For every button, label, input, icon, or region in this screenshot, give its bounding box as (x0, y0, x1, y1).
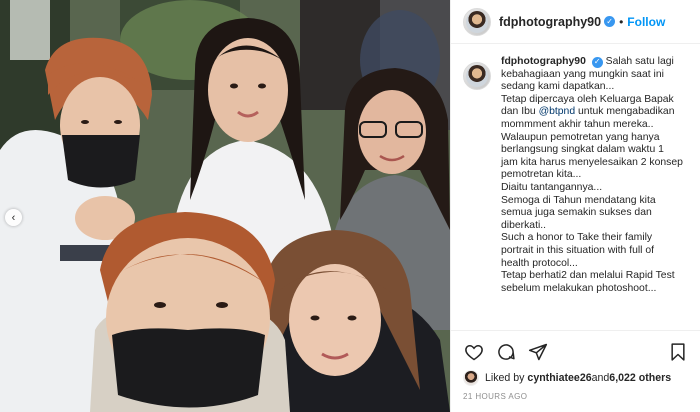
caption-line: Walaupun pemotretan yang hanya berlangsu… (501, 131, 683, 181)
avatar-image (466, 65, 488, 87)
caption-line: Such a honor to Take their family portra… (501, 232, 655, 269)
likes-count-link[interactable]: 6,022 others (609, 372, 671, 384)
caption-line: Tetap dipercaya oleh Keluarga Bapak dan … (501, 94, 683, 132)
action-bar (451, 331, 700, 365)
heart-icon[interactable] (463, 341, 485, 363)
post-photo[interactable]: ‹ (0, 0, 450, 412)
post-header: fdphotography90 ✓ • Follow (451, 0, 700, 44)
follow-button[interactable]: Follow (627, 15, 665, 29)
caption-username[interactable]: fdphotography90 (501, 56, 586, 67)
post-timestamp[interactable]: 21 HOURS AGO (451, 386, 700, 401)
group-photo-illustration (0, 0, 450, 412)
post-actions-area: Liked by cynthiatee26 and 6,022 others 2… (451, 330, 700, 412)
caption-section: fdphotography90 ✓ Salah satu lagi kebaha… (451, 56, 700, 328)
verified-badge-icon: ✓ (604, 16, 616, 27)
caption-row: fdphotography90 ✓ Salah satu lagi kebaha… (463, 56, 689, 295)
verified-badge-icon: ✓ (591, 56, 603, 68)
caption-line: Diaitu tantangannya... (501, 181, 603, 193)
caption-author-avatar[interactable] (463, 62, 491, 90)
liker-username[interactable]: cynthiatee26 (527, 372, 591, 384)
share-icon[interactable] (527, 341, 549, 363)
author-avatar[interactable] (463, 7, 491, 36)
chevron-left-icon: ‹ (11, 211, 16, 224)
caption-line: fdphotography90 ✓ Salah satu lagi kebaha… (501, 56, 683, 94)
caption-text: fdphotography90 ✓ Salah satu lagi kebaha… (501, 56, 683, 295)
likes-prefix: Liked by (485, 372, 525, 384)
likes-row: Liked by cynthiatee26 and 6,022 others (451, 365, 700, 386)
caption-line: Tetap berhati2 dan melalui Rapid Test se… (501, 270, 675, 294)
bookmark-icon[interactable] (667, 341, 689, 363)
avatar-image (466, 10, 488, 33)
liker-avatar[interactable] (463, 370, 479, 386)
likes-connector: and (591, 372, 610, 384)
previous-photo-button[interactable]: ‹ (5, 209, 22, 226)
caption-line: Semoga di Tahun mendatang kita semua jug… (501, 194, 656, 231)
comment-icon[interactable] (495, 341, 517, 363)
post-side-panel: fdphotography90 ✓ • Follow fdphotography… (450, 0, 700, 412)
header-separator: • (619, 14, 624, 29)
mention-link[interactable]: @btpnd (539, 106, 576, 117)
author-username[interactable]: fdphotography90 (499, 15, 601, 29)
